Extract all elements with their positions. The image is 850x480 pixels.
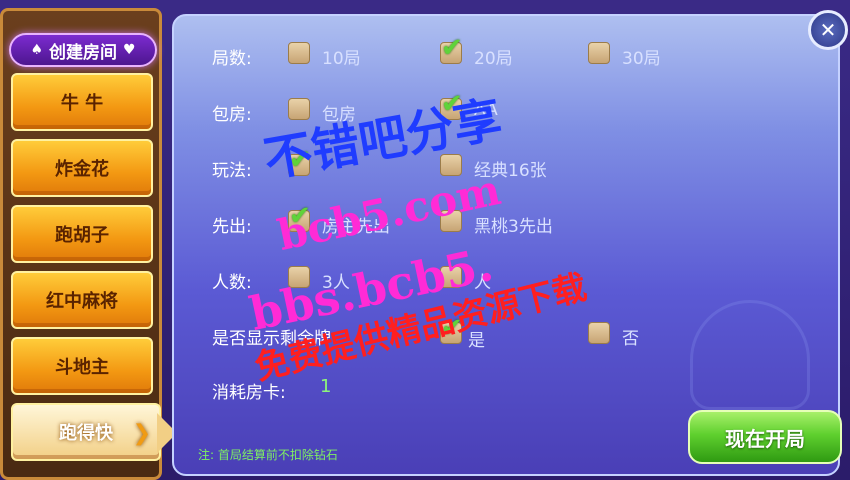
close-icon: ✕ xyxy=(819,18,837,42)
sidebar-item-label: 跑胡子 xyxy=(55,225,109,246)
play-mode-classic16-label[interactable]: 经典16张 xyxy=(474,156,547,181)
check-icon: ✔ xyxy=(289,145,311,175)
rounds-30-label[interactable]: 30局 xyxy=(622,44,661,69)
check-icon: ✔ xyxy=(441,313,463,343)
room-private-checkbox[interactable] xyxy=(288,98,310,120)
footer-note: 注: 首局结算前不扣除钻石 xyxy=(198,448,338,462)
play-mode-label: 玩法: xyxy=(212,161,252,181)
start-game-button[interactable]: 现在开局 xyxy=(688,410,842,464)
sidebar-item-label: 跑得快 xyxy=(59,423,113,444)
room-aa-checkbox[interactable]: ✔ xyxy=(440,89,463,120)
decorative-spade-ornament xyxy=(690,300,810,410)
sidebar-item-label: 红中麻将 xyxy=(46,291,118,312)
check-icon: ✔ xyxy=(441,89,463,119)
players-3-checkbox[interactable] xyxy=(288,266,310,288)
check-icon: ✔ xyxy=(289,201,311,231)
sidebar-item-doudizhu[interactable]: 斗地主 xyxy=(11,337,153,395)
rounds-label: 局数: xyxy=(212,49,252,69)
play-mode-option1-checkbox[interactable]: ✔ xyxy=(288,145,311,176)
rounds-10-label[interactable]: 10局 xyxy=(322,44,361,69)
players-3-label[interactable]: 3人 xyxy=(322,268,350,293)
chevron-right-icon: ❯ xyxy=(132,421,151,446)
first-spade3-label[interactable]: 黑桃3先出 xyxy=(474,212,553,237)
sidebar-item-paodekuai[interactable]: 跑得快 ❯ xyxy=(11,403,177,461)
players-other-label[interactable]: 人 xyxy=(474,268,491,293)
sidebar-item-niuniu[interactable]: 牛 牛 xyxy=(11,73,153,131)
sidebar-item-hongzhong-mahjong[interactable]: 红中麻将 xyxy=(11,271,153,329)
sidebar-item-label: 炸金花 xyxy=(55,159,109,180)
room-label: 包房: xyxy=(212,105,252,125)
sidebar-title: ♠ 创建房间 ♥ xyxy=(9,33,157,67)
room-aa-label[interactable]: AA xyxy=(474,100,498,120)
show-cards-label: 是否显示剩余牌 xyxy=(212,329,331,349)
room-card-cost-value: 1 xyxy=(320,376,332,397)
play-mode-classic16-checkbox[interactable] xyxy=(440,154,462,176)
rounds-20-checkbox[interactable]: ✔ xyxy=(440,33,463,64)
show-cards-yes-label[interactable]: 是 xyxy=(468,326,485,351)
game-sidebar: ♠ 创建房间 ♥ 牛 牛 炸金花 跑胡子 红中麻将 斗地主 跑得快 ❯ xyxy=(0,8,177,480)
players-label: 人数: xyxy=(212,273,252,293)
room-private-label[interactable]: 包房 xyxy=(322,100,356,125)
start-game-button-label: 现在开局 xyxy=(725,426,805,451)
show-cards-yes-checkbox[interactable]: ✔ xyxy=(440,313,463,344)
players-other-checkbox[interactable] xyxy=(440,266,462,288)
rounds-10-checkbox[interactable] xyxy=(288,42,310,64)
sidebar-title-text: 创建房间 xyxy=(49,42,117,63)
rounds-30-checkbox[interactable] xyxy=(588,42,610,64)
spade-icon: ♠ xyxy=(30,42,43,58)
check-icon: ✔ xyxy=(441,33,463,63)
sidebar-item-zhajinhua[interactable]: 炸金花 xyxy=(11,139,153,197)
first-spade3-checkbox[interactable] xyxy=(440,210,462,232)
heart-icon: ♥ xyxy=(123,42,136,58)
first-player-label: 先出: xyxy=(212,217,252,237)
close-button[interactable]: ✕ xyxy=(808,10,848,50)
room-card-cost-label: 消耗房卡: xyxy=(212,383,286,403)
show-cards-no-label[interactable]: 否 xyxy=(622,324,639,349)
sidebar-item-paohuzi[interactable]: 跑胡子 xyxy=(11,205,153,263)
show-cards-no-checkbox[interactable] xyxy=(588,322,610,344)
sidebar-item-label: 牛 牛 xyxy=(60,93,104,114)
first-host-label[interactable]: 房主先出 xyxy=(322,212,390,237)
first-host-checkbox[interactable]: ✔ xyxy=(288,201,311,232)
sidebar-item-label: 斗地主 xyxy=(55,357,109,378)
rounds-20-label[interactable]: 20局 xyxy=(474,44,513,69)
